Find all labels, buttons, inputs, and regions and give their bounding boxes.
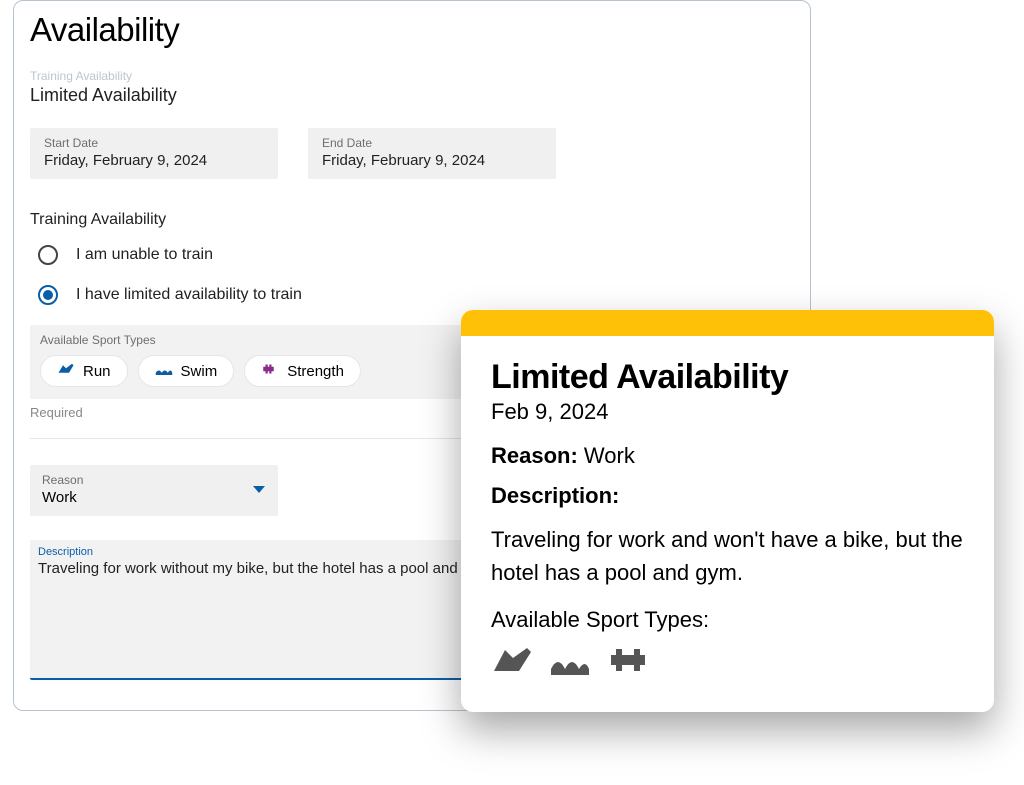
run-icon <box>491 643 533 682</box>
reason-label: Reason <box>42 473 266 487</box>
start-date-label: Start Date <box>44 136 264 150</box>
summary-sport-icons <box>491 643 964 682</box>
start-date-value: Friday, February 9, 2024 <box>44 152 264 169</box>
chip-strength-label: Strength <box>287 363 344 380</box>
radio-unable-label: I am unable to train <box>76 246 213 264</box>
end-date-label: End Date <box>322 136 542 150</box>
summary-accent-bar <box>461 310 994 336</box>
summary-body: Limited Availability Feb 9, 2024 Reason:… <box>461 336 994 712</box>
date-row: Start Date Friday, February 9, 2024 End … <box>30 128 794 179</box>
strength-icon <box>607 643 649 682</box>
start-date-field[interactable]: Start Date Friday, February 9, 2024 <box>30 128 278 179</box>
summary-description-label: Description: <box>491 483 619 508</box>
radio-limited-label: I have limited availability to train <box>76 286 302 304</box>
subheader-value: Limited Availability <box>30 85 794 106</box>
summary-description-label-line: Description: <box>491 483 964 509</box>
summary-reason-label: Reason: <box>491 443 578 468</box>
end-date-value: Friday, February 9, 2024 <box>322 152 542 169</box>
end-date-field[interactable]: End Date Friday, February 9, 2024 <box>308 128 556 179</box>
chip-swim[interactable]: Swim <box>138 355 235 387</box>
swim-icon <box>549 643 591 682</box>
summary-card: Limited Availability Feb 9, 2024 Reason:… <box>461 310 994 712</box>
radio-icon <box>38 285 58 305</box>
chip-run-label: Run <box>83 363 111 380</box>
radio-icon <box>38 245 58 265</box>
summary-reason-line: Reason: Work <box>491 443 964 469</box>
summary-title: Limited Availability <box>491 358 964 397</box>
summary-reason-value: Work <box>584 443 635 468</box>
radio-unable-to-train[interactable]: I am unable to train <box>38 245 794 265</box>
subheader-label: Training Availability <box>30 69 794 83</box>
run-icon <box>57 362 75 380</box>
swim-icon <box>155 362 173 380</box>
reason-value: Work <box>42 489 266 506</box>
reason-select[interactable]: Reason Work <box>30 465 278 516</box>
strength-icon <box>261 362 279 380</box>
radio-group-label: Training Availability <box>30 211 794 229</box>
summary-date: Feb 9, 2024 <box>491 399 964 425</box>
summary-description-text: Traveling for work and won't have a bike… <box>491 523 964 589</box>
chevron-down-icon <box>252 482 266 500</box>
chip-run[interactable]: Run <box>40 355 128 387</box>
chip-strength[interactable]: Strength <box>244 355 361 387</box>
summary-sports-label: Available Sport Types: <box>491 607 964 633</box>
chip-swim-label: Swim <box>181 363 218 380</box>
radio-limited-availability[interactable]: I have limited availability to train <box>38 285 794 305</box>
page-title: Availability <box>30 11 794 49</box>
